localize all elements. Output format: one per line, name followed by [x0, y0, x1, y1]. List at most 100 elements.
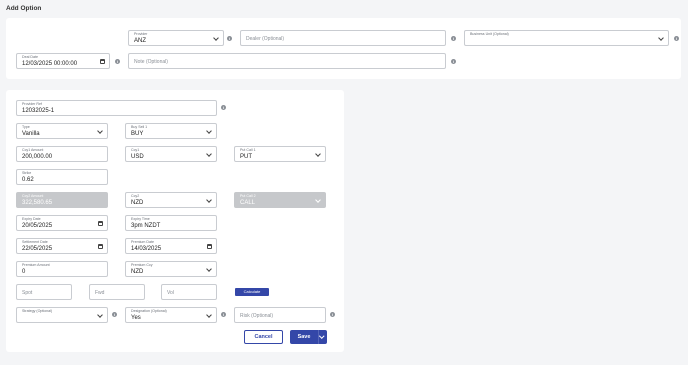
ccy1-amount-label: Ccy1 Amount — [22, 148, 44, 152]
designation-label: Designation (Optional) — [131, 309, 167, 313]
premium-date-picker[interactable]: Premium Date 14/03/2025 — [125, 238, 217, 254]
type-label: Type — [22, 125, 30, 129]
expiry-date-picker[interactable]: Expiry Date 20/05/2025 — [16, 215, 108, 231]
expiry-date-value: 20/05/2025 — [22, 222, 53, 229]
settlement-date-value: 22/05/2025 — [22, 245, 53, 252]
designation-select[interactable]: Designation (Optional) Yes — [125, 307, 217, 323]
designation-value: Yes — [131, 314, 141, 321]
chevron-down-icon — [206, 197, 212, 203]
cancel-button[interactable]: Cancel — [244, 330, 283, 344]
business-unit-select[interactable]: Business Unit (Optional) — [464, 30, 669, 46]
type-select[interactable]: Type Vanilla — [16, 123, 108, 139]
save-button[interactable]: Save — [290, 330, 327, 344]
strategy-select[interactable]: Strategy (Optional) — [16, 307, 108, 323]
page-title: Add Option — [6, 5, 42, 12]
chevron-down-icon — [315, 197, 321, 203]
chevron-down-icon — [206, 128, 212, 134]
ccy2-amount-value: 322,580.65 — [22, 199, 53, 206]
chevron-down-icon — [658, 35, 664, 41]
save-label: Save — [297, 334, 311, 340]
dealer-input[interactable]: Dealer (Optional) — [240, 30, 446, 46]
provider-ref-value: 12032025-1 — [22, 107, 55, 114]
ccy2-select[interactable]: Ccy2 NZD — [125, 192, 217, 208]
option-form-card: Provider Ref 12032025-1 i Type Vanilla B… — [6, 90, 344, 352]
chevron-down-icon[interactable] — [319, 332, 325, 338]
info-icon[interactable]: i — [221, 105, 226, 110]
ccy2-value: NZD — [131, 199, 144, 206]
provider-value: ANZ — [134, 37, 146, 44]
calendar-icon[interactable] — [100, 59, 105, 64]
provider-ref-input[interactable]: Provider Ref 12032025-1 — [16, 100, 217, 116]
vol-placeholder: Vol — [167, 289, 174, 296]
spot-input[interactable]: Spot — [16, 284, 72, 300]
expiry-time-label: Expiry Time — [131, 217, 150, 221]
fwd-placeholder: Fwd — [95, 289, 105, 296]
vol-input[interactable]: Vol — [161, 284, 217, 300]
ccy1-select[interactable]: Ccy1 USD — [125, 146, 217, 162]
premium-amount-label: Premium Amount — [22, 263, 50, 267]
expiry-date-label: Expiry Date — [22, 217, 41, 221]
business-unit-label: Business Unit (Optional) — [470, 32, 509, 36]
ccy2-label: Ccy2 — [131, 194, 140, 198]
premium-ccy-label: Premium Ccy — [131, 263, 153, 267]
put-call2-select: Put Call 2 CALL — [234, 192, 326, 208]
put-call1-select[interactable]: Put Call 1 PUT — [234, 146, 326, 162]
info-icon[interactable]: i — [674, 36, 679, 41]
put-call2-label: Put Call 2 — [240, 194, 256, 198]
chevron-down-icon — [315, 151, 321, 157]
risk-input[interactable]: Risk (Optional) — [234, 307, 326, 323]
info-icon[interactable]: i — [221, 312, 226, 317]
ccy2-amount-input: Ccy2 Amount 322,580.65 — [16, 192, 108, 208]
buy-sell-label: Buy Sell 1 — [131, 125, 148, 129]
deal-date-value: 12/03/2025 00:00:00 — [22, 60, 78, 67]
save-divider — [318, 330, 319, 344]
ccy1-amount-value: 200,000.00 — [22, 153, 53, 160]
info-icon[interactable]: i — [451, 36, 456, 41]
premium-amount-value: 0 — [22, 268, 26, 275]
deal-header-card: Provider ANZ i Dealer (Optional) i Busin… — [6, 18, 681, 79]
calendar-icon[interactable] — [98, 244, 103, 249]
expiry-time-input[interactable]: Expiry Time 3pm NZDT — [125, 215, 217, 231]
note-input[interactable]: Note (Optional) — [128, 53, 446, 69]
chevron-down-icon — [206, 266, 212, 272]
deal-date-picker[interactable]: Deal Date 12/03/2025 00:00:00 — [16, 53, 110, 69]
settlement-date-label: Settlement Date — [22, 240, 48, 244]
risk-placeholder: Risk (Optional) — [240, 312, 274, 319]
calculate-button[interactable]: Calculate — [235, 288, 269, 296]
ccy1-amount-input[interactable]: Ccy1 Amount 200,000.00 — [16, 146, 108, 162]
provider-ref-label: Provider Ref — [22, 102, 42, 106]
info-icon[interactable]: i — [451, 59, 456, 64]
premium-date-label: Premium Date — [131, 240, 154, 244]
chevron-down-icon — [206, 312, 212, 318]
chevron-down-icon — [97, 312, 103, 318]
info-icon[interactable]: i — [115, 59, 120, 64]
dealer-placeholder: Dealer (Optional) — [246, 35, 285, 42]
put-call1-value: PUT — [240, 153, 252, 160]
info-icon[interactable]: i — [112, 312, 117, 317]
premium-date-value: 14/03/2025 — [131, 245, 162, 252]
fwd-input[interactable]: Fwd — [89, 284, 145, 300]
strategy-label: Strategy (Optional) — [22, 309, 53, 313]
buy-sell-select[interactable]: Buy Sell 1 BUY — [125, 123, 217, 139]
calendar-icon[interactable] — [207, 244, 212, 249]
info-icon[interactable]: i — [227, 36, 232, 41]
calendar-icon[interactable] — [98, 221, 103, 226]
premium-ccy-value: NZD — [131, 268, 144, 275]
premium-ccy-select[interactable]: Premium Ccy NZD — [125, 261, 217, 277]
premium-amount-input[interactable]: Premium Amount 0 — [16, 261, 108, 277]
type-value: Vanilla — [22, 130, 40, 137]
deal-date-label: Deal Date — [22, 55, 38, 59]
expiry-time-value: 3pm NZDT — [131, 222, 161, 229]
chevron-down-icon — [213, 35, 219, 41]
ccy1-value: USD — [131, 153, 144, 160]
spot-placeholder: Spot — [22, 289, 33, 296]
note-placeholder: Note (Optional) — [134, 58, 168, 65]
info-icon[interactable]: i — [330, 312, 335, 317]
ccy1-label: Ccy1 — [131, 148, 140, 152]
put-call2-value: CALL — [240, 199, 256, 206]
chevron-down-icon — [206, 151, 212, 157]
strike-input[interactable]: Strike 0.62 — [16, 169, 108, 185]
settlement-date-picker[interactable]: Settlement Date 22/05/2025 — [16, 238, 108, 254]
provider-label: Provider — [134, 32, 148, 36]
provider-select[interactable]: Provider ANZ — [128, 30, 224, 46]
